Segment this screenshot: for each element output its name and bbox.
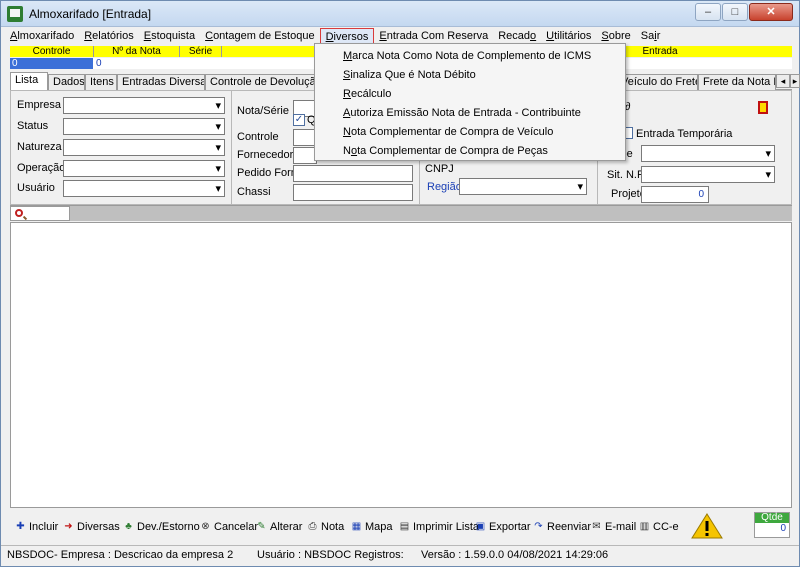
label-pedido-forn: Pedido Forn. xyxy=(237,167,300,179)
menuitem-nota-complementar-pecas[interactable]: Nota Complementar de Compra de Peças xyxy=(343,145,548,157)
edit-icon: ✎ xyxy=(257,521,266,532)
cancel-icon: ⊗ xyxy=(201,521,210,532)
search-bar xyxy=(10,205,792,221)
arrow-right-icon: ➜ xyxy=(64,521,73,532)
alterar-button[interactable]: ✎ Alterar xyxy=(255,520,302,534)
menuitem-recalculo[interactable]: Recálculo xyxy=(343,88,391,100)
status-usuario: Usuário : NBSDOC Registros: xyxy=(257,549,404,561)
tipo-combo[interactable] xyxy=(641,145,775,162)
label-entrada-temporaria: Entrada Temporária xyxy=(636,128,733,140)
label-nota-serie: Nota/Série xyxy=(237,105,289,117)
tab-frete-da-nota[interactable]: Frete da Nota F xyxy=(698,74,776,90)
projeto-field[interactable]: 0 xyxy=(641,186,709,203)
resend-icon: ↷ xyxy=(534,521,543,532)
label-status: Status xyxy=(17,120,49,132)
sit-nf-combo[interactable] xyxy=(641,166,775,183)
label-cnpj: CNPJ xyxy=(425,163,454,175)
printer-icon: ⎙ xyxy=(308,521,317,532)
tab-dados[interactable]: Dados xyxy=(48,74,85,90)
operacao-combo[interactable] xyxy=(63,160,225,177)
menuitem-autoriza-emissao-nota[interactable]: Autoriza Emissão Nota de Entrada - Contr… xyxy=(343,107,581,119)
email-button[interactable]: ✉ E-mail xyxy=(590,520,636,534)
status-combo[interactable] xyxy=(63,118,225,135)
regiao-combo[interactable] xyxy=(459,178,587,195)
app-icon xyxy=(7,6,23,22)
exportar-button[interactable]: ▣ Exportar xyxy=(474,520,531,534)
email-icon: ✉ xyxy=(592,521,601,532)
usuario-combo[interactable] xyxy=(63,180,225,197)
minimize-button[interactable]: – xyxy=(695,3,721,21)
natureza-combo[interactable] xyxy=(63,139,225,156)
label-usuario: Usuário xyxy=(17,182,55,194)
qtde-label: Qtde xyxy=(755,513,789,523)
window-title: Almoxarifado [Entrada] xyxy=(29,7,152,21)
tab-lista[interactable]: Lista xyxy=(10,72,48,91)
label-chassi: Chassi xyxy=(237,186,271,198)
bottom-toolbar: ✚ Incluir ➜ Diversas ♣ Dev./Estorno ⊗ Cancel… xyxy=(10,510,792,542)
tab-veiculo-do-frete[interactable]: Veículo do Frete xyxy=(616,74,698,90)
menu-sair[interactable]: Sair xyxy=(636,28,666,45)
menu-estoquista[interactable]: Estoquista xyxy=(139,28,200,45)
cell-numero-nota[interactable]: 0 xyxy=(94,58,180,69)
column-header-controle[interactable]: Controle xyxy=(10,46,94,57)
incluir-button[interactable]: ✚ Incluir xyxy=(14,520,58,534)
column-header-serie[interactable]: Série xyxy=(180,46,222,57)
q-checkbox[interactable]: ✓ xyxy=(293,114,305,126)
maximize-button[interactable]: □ xyxy=(722,3,748,21)
column-header-numero-nota[interactable]: Nº da Nota xyxy=(94,46,180,57)
empresa-combo[interactable] xyxy=(63,97,225,114)
diversas-button[interactable]: ➜ Diversas xyxy=(62,520,120,534)
cell-controle[interactable]: 0 xyxy=(10,58,93,69)
people-icon: ♣ xyxy=(125,521,132,532)
list-icon: ▤ xyxy=(399,521,410,532)
tab-itens[interactable]: Itens xyxy=(85,74,117,90)
close-button[interactable]: ✕ xyxy=(749,3,793,21)
label-sit-nf: Sit. N.F. xyxy=(607,169,646,181)
menuitem-sinaliza-nota-debito[interactable]: Sinaliza Que é Nota Débito xyxy=(343,69,476,81)
qtde-box: Qtde 0 xyxy=(754,512,790,538)
label-empresa: Empresa xyxy=(17,99,62,111)
dev-estorno-button[interactable]: ♣ Dev./Estorno xyxy=(122,520,200,534)
tab-controle-devolucao[interactable]: Controle de Devolução d xyxy=(205,74,320,90)
results-grid[interactable] xyxy=(10,222,792,508)
chassi-field[interactable] xyxy=(293,184,413,201)
menuitem-marca-nota-complemento-icms[interactable]: Marca Nota Como Nota de Complemento de I… xyxy=(343,50,591,62)
tab-entradas-diversas[interactable]: Entradas Diversas xyxy=(117,74,205,90)
document-icon: ▥ xyxy=(639,521,650,532)
cce-button[interactable]: ▥ CC-e xyxy=(638,520,679,534)
pedido-forn-field[interactable] xyxy=(293,165,413,182)
export-icon: ▣ xyxy=(475,521,486,532)
imprimir-lista-button[interactable]: ▤ Imprimir Lista xyxy=(398,520,479,534)
tab-scroll-right-icon[interactable]: ▸ xyxy=(790,74,800,88)
door-icon[interactable] xyxy=(758,101,768,114)
search-icon xyxy=(15,209,23,217)
map-icon: ▦ xyxy=(351,521,362,532)
cancelar-button[interactable]: ⊗ Cancelar xyxy=(199,520,258,534)
nota-button[interactable]: ⎙ Nota xyxy=(306,520,345,534)
mapa-button[interactable]: ▦ Mapa xyxy=(350,520,393,534)
reenviar-button[interactable]: ↷ Reenviar xyxy=(532,520,591,534)
label-natureza: Natureza xyxy=(17,141,62,153)
qtde-value: 0 xyxy=(780,523,786,534)
title-bar: Almoxarifado [Entrada] – □ ✕ xyxy=(1,1,799,27)
status-versao: Versão : 1.59.0.0 04/08/2021 14:29:06 xyxy=(421,549,609,561)
menuitem-nota-complementar-veiculo[interactable]: Nota Complementar de Compra de Veículo xyxy=(343,126,553,138)
label-regiao: Região xyxy=(427,181,462,193)
status-bar: NBSDOC- Empresa : Descricao da empresa 2… xyxy=(1,545,799,566)
status-empresa: NBSDOC- Empresa : Descricao da empresa 2 xyxy=(7,549,234,561)
label-operacao: Operação xyxy=(17,162,66,174)
tab-scroll-left-icon[interactable]: ◂ xyxy=(776,74,790,88)
warning-icon[interactable] xyxy=(690,512,724,540)
label-fornecedor: Fornecedor xyxy=(237,149,294,161)
menu-contagem-de-estoque[interactable]: Contagem de Estoque xyxy=(200,28,319,45)
diversos-dropdown-menu: Marca Nota Como Nota de Complemento de I… xyxy=(314,43,626,161)
main-window: Almoxarifado [Entrada] – □ ✕ Almoxarifad… xyxy=(0,0,800,567)
search-input[interactable] xyxy=(10,206,70,221)
menu-relatorios[interactable]: Relatórios xyxy=(79,28,139,45)
add-icon: ✚ xyxy=(16,521,25,532)
menu-almoxarifado[interactable]: Almoxarifado xyxy=(5,28,79,45)
label-controle: Controle xyxy=(237,131,279,143)
